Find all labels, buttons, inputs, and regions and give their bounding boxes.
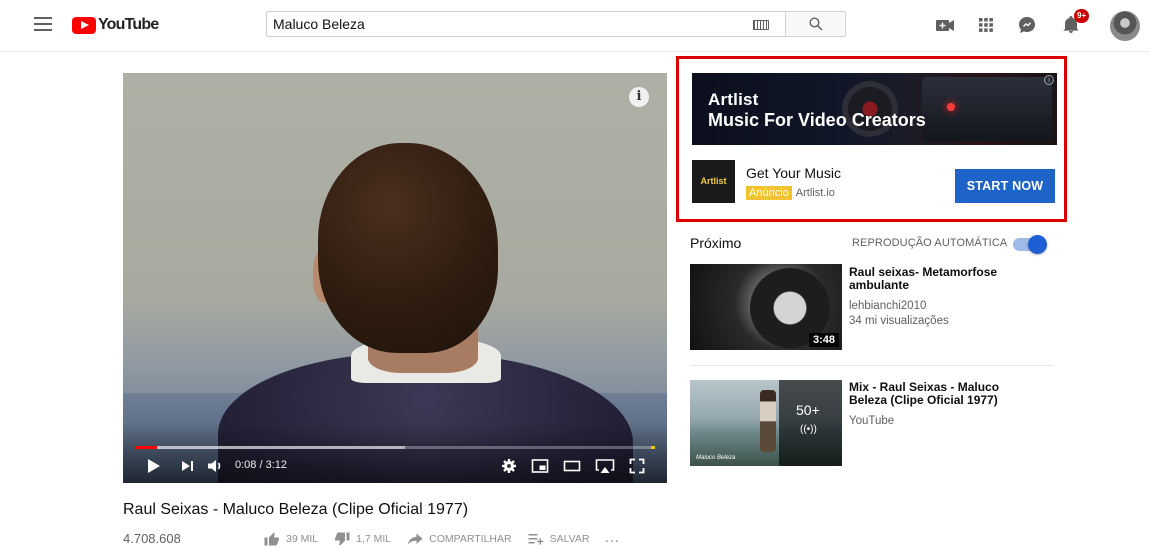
menu-icon[interactable] — [34, 17, 52, 31]
theater-mode-icon[interactable] — [563, 458, 581, 474]
dislike-count: 1,7 MIL — [356, 533, 392, 545]
time-display: 0:08 / 3:12 — [235, 459, 287, 471]
logo-text: YouTube — [98, 16, 159, 33]
progress-buffered — [135, 446, 406, 449]
ad-banner-brand: Artlist — [708, 90, 759, 109]
search-input[interactable] — [267, 12, 737, 36]
like-button[interactable]: 39 MIL — [264, 532, 318, 546]
divider — [690, 365, 1054, 366]
autoplay-label: REPRODUÇÃO AUTOMÁTICA — [852, 237, 1008, 249]
ad-meta: Anúncio Artlist.io — [746, 186, 835, 200]
ad-banner-headline: Music For Video Creators — [708, 110, 926, 130]
search-button[interactable] — [786, 11, 846, 37]
recommended-views: 34 mi visualizações — [849, 315, 949, 327]
ad-info-icon[interactable]: i — [1044, 75, 1054, 85]
ad-banner[interactable]: Artlist Music For Video Creators i — [692, 73, 1057, 145]
like-count: 39 MIL — [286, 533, 319, 545]
duration-badge: 3:48 — [808, 333, 839, 347]
save-label: SALVAR — [549, 533, 590, 545]
airplay-icon[interactable] — [595, 458, 615, 474]
dislike-button[interactable]: 1,7 MIL — [334, 532, 391, 546]
share-button[interactable]: COMPARTILHAR — [407, 533, 512, 545]
recommended-title[interactable]: Raul seixas- Metamorfose ambulante — [849, 266, 1039, 292]
video-frame-head — [318, 143, 498, 353]
keyboard-icon[interactable] — [753, 20, 769, 30]
share-arrow-icon — [407, 533, 423, 545]
youtube-play-icon — [72, 16, 96, 34]
share-label: COMPARTILHAR — [429, 533, 512, 545]
controls-gradient — [123, 423, 667, 483]
ad-badge: Anúncio — [746, 186, 792, 200]
playlist-add-icon — [528, 534, 543, 545]
fullscreen-icon[interactable] — [629, 458, 645, 474]
video-player[interactable]: i 0:08 / 3:12 — [123, 73, 667, 483]
thumbs-down-icon — [335, 532, 350, 546]
autoplay-toggle[interactable] — [1013, 235, 1047, 254]
create-video-icon[interactable] — [934, 14, 956, 36]
avatar[interactable] — [1110, 11, 1140, 41]
apps-grid-icon[interactable] — [975, 14, 997, 36]
search-box — [266, 11, 786, 37]
progress-ad-marker — [651, 446, 655, 449]
radio-icon: ((•)) — [800, 424, 817, 435]
progress-played — [135, 446, 157, 449]
save-button[interactable]: SALVAR — [528, 533, 590, 545]
more-actions-button[interactable]: ... — [606, 533, 621, 545]
notification-badge: 9+ — [1074, 9, 1089, 23]
ad-title[interactable]: Get Your Music — [746, 165, 841, 181]
ad-highlight-box: Artlist Music For Video Creators i Artli… — [676, 56, 1067, 222]
volume-icon[interactable] — [207, 458, 225, 474]
play-icon[interactable] — [147, 458, 161, 474]
messages-icon[interactable] — [1016, 14, 1038, 36]
settings-gear-icon[interactable] — [501, 458, 517, 474]
mix-channel[interactable]: YouTube — [849, 414, 894, 428]
video-title: Raul Seixas - Maluco Beleza (Clipe Ofici… — [123, 501, 469, 518]
start-now-button[interactable]: START NOW — [955, 169, 1055, 203]
search-icon — [809, 17, 823, 31]
thumbnail-caption: Maluco Beleza — [696, 455, 736, 461]
ad-banner-camera-image — [922, 77, 1052, 141]
thumbs-up-icon — [264, 532, 279, 546]
thumbnail-figure-image — [760, 390, 776, 452]
youtube-logo[interactable]: YouTube — [72, 14, 159, 36]
recommended-thumbnail[interactable]: 3:48 — [690, 264, 842, 350]
video-info-icon[interactable]: i — [629, 87, 649, 107]
recommended-channel[interactable]: lehbianchi2010 — [849, 299, 926, 313]
up-next-label: Próximo — [690, 235, 742, 251]
autoplay-toggle-knob — [1028, 235, 1047, 254]
ad-domain: Artlist.io — [795, 187, 835, 199]
mix-overlay: 50+ ((•)) — [779, 380, 842, 466]
ad-banner-light-image — [947, 103, 955, 111]
video-actions: 39 MIL 1,7 MIL COMPARTILHAR SALVAR ... — [264, 532, 636, 546]
mix-count: 50+ — [796, 402, 820, 418]
miniplayer-icon[interactable] — [531, 458, 549, 474]
masthead: YouTube 9+ — [0, 0, 1150, 52]
mix-title[interactable]: Mix - Raul Seixas - Maluco Beleza (Clipe… — [849, 381, 1039, 407]
view-count: 4.708.608 — [123, 531, 181, 546]
progress-bar[interactable] — [135, 446, 655, 449]
mix-thumbnail[interactable]: Maluco Beleza 50+ ((•)) — [690, 380, 842, 466]
ad-logo[interactable]: Artlist — [692, 160, 735, 203]
next-icon[interactable] — [181, 458, 195, 474]
